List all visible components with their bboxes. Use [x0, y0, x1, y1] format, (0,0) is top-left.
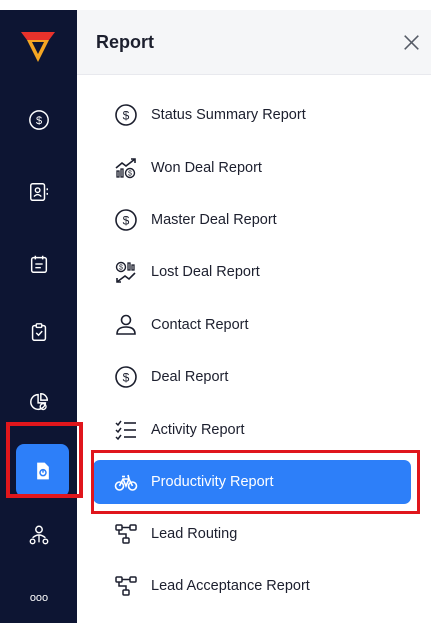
menu-item-label: Lost Deal Report	[151, 264, 260, 280]
menu-item-label: Contact Report	[151, 317, 249, 333]
svg-text:$: $	[119, 265, 123, 272]
dollar-circle-icon: $	[113, 364, 139, 390]
dollar-circle-icon: $	[113, 102, 139, 128]
pie-chart-icon[interactable]	[27, 390, 51, 414]
menu-item-label: Lead Acceptance Report	[151, 578, 310, 594]
dollar-circle-icon: $	[113, 207, 139, 233]
svg-text:$: $	[36, 115, 42, 127]
user-network-icon[interactable]	[27, 523, 51, 547]
menu-item-lead-routing[interactable]: Lead Routing	[93, 512, 411, 556]
svg-text:$: $	[128, 171, 132, 178]
contacts-icon[interactable]	[27, 180, 51, 204]
menu-item-lost-deal-report[interactable]: $ Lost Deal Report	[93, 250, 411, 294]
menu-item-lead-acceptance-report[interactable]: Lead Acceptance Report	[93, 564, 411, 608]
menu-item-activity-report[interactable]: Activity Report	[93, 408, 411, 452]
panel-title: Report	[96, 32, 154, 52]
dollar-icon[interactable]: $	[27, 108, 51, 132]
sidebar: $ ooo	[0, 10, 77, 623]
menu-item-label: Deal Report	[151, 369, 229, 385]
svg-text:$: $	[123, 109, 130, 123]
menu-item-label: Lead Routing	[151, 526, 238, 542]
user-icon	[113, 312, 139, 338]
menu-item-label: Won Deal Report	[151, 160, 262, 176]
close-button[interactable]	[401, 32, 421, 52]
logo-icon[interactable]	[21, 32, 55, 62]
svg-text:$: $	[123, 214, 130, 228]
menu-item-deal-report[interactable]: $ Deal Report	[93, 355, 411, 399]
menu-item-contact-report[interactable]: Contact Report	[93, 303, 411, 347]
close-icon	[403, 34, 419, 50]
menu-item-status-summary-report[interactable]: $ Status Summary Report	[93, 93, 411, 137]
menu-item-label: Status Summary Report	[151, 107, 306, 123]
trending-down-dollar-icon: $	[113, 259, 139, 285]
calendar-icon[interactable]	[27, 252, 51, 276]
sidebar-highlight-box	[6, 422, 83, 498]
trending-up-dollar-icon: $	[113, 155, 139, 181]
clipboard-check-icon[interactable]	[27, 320, 51, 344]
flow-icon	[113, 521, 139, 547]
menu-item-won-deal-report[interactable]: $ Won Deal Report	[93, 146, 411, 190]
menu-item-master-deal-report[interactable]: $ Master Deal Report	[93, 198, 411, 242]
flow-icon	[113, 573, 139, 599]
menu-item-label: Master Deal Report	[151, 212, 277, 228]
menu-item-label: Activity Report	[151, 422, 245, 438]
checklist-icon	[113, 417, 139, 443]
panel-header: Report	[77, 10, 431, 75]
svg-text:$: $	[123, 371, 130, 385]
more-icon[interactable]: ooo	[27, 586, 51, 610]
menu-highlight-box	[91, 450, 420, 514]
